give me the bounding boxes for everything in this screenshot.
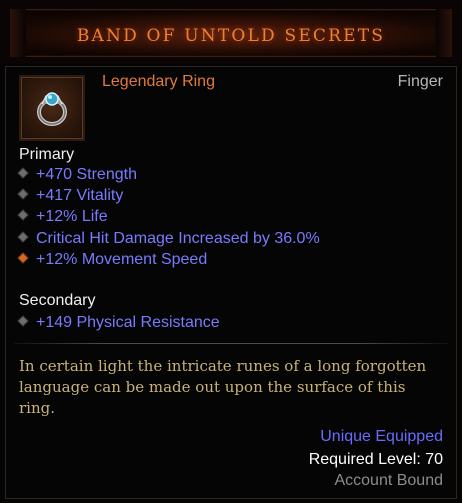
legendary-bullet-icon bbox=[17, 252, 29, 264]
item-slot: Finger bbox=[397, 73, 443, 90]
account-bound: Account Bound bbox=[334, 472, 443, 489]
stat-bullet-icon bbox=[17, 315, 29, 327]
stat-text: +149 Physical Resistance bbox=[36, 314, 220, 331]
primary-stat: +12% Life bbox=[17, 206, 108, 227]
primary-stat: +470 Strength bbox=[17, 164, 137, 185]
stat-bullet-icon bbox=[17, 231, 29, 243]
stat-bullet-icon bbox=[17, 167, 29, 179]
secondary-label: Secondary bbox=[19, 292, 96, 309]
stat-text: +12% Movement Speed bbox=[36, 251, 208, 268]
divider bbox=[14, 343, 448, 344]
stat-text: +12% Life bbox=[36, 208, 108, 225]
item-name: BAND OF UNTOLD SECRETS bbox=[76, 26, 386, 46]
item-rarity-type: Legendary Ring bbox=[102, 73, 215, 90]
primary-label: Primary bbox=[19, 146, 75, 163]
tooltip-header: BAND OF UNTOLD SECRETS bbox=[0, 0, 462, 64]
unique-equipped: Unique Equipped bbox=[320, 428, 443, 445]
stat-bullet-icon bbox=[17, 209, 29, 221]
primary-stat: Critical Hit Damage Increased by 36.0% bbox=[17, 228, 320, 249]
ring-icon bbox=[19, 75, 85, 141]
ring-graphic bbox=[37, 92, 67, 126]
primary-stat-legendary: +12% Movement Speed bbox=[17, 249, 208, 270]
stat-text: +417 Vitality bbox=[36, 187, 124, 204]
stat-text: Critical Hit Damage Increased by 36.0% bbox=[36, 230, 320, 247]
item-tooltip: BAND OF UNTOLD SECRETS Legendary Ring Fi… bbox=[0, 0, 462, 503]
flavor-text: In certain light the intricate runes of … bbox=[19, 357, 427, 417]
secondary-stat: +149 Physical Resistance bbox=[17, 312, 220, 333]
required-level: Required Level: 70 bbox=[308, 451, 443, 468]
stat-bullet-icon bbox=[17, 188, 29, 200]
stat-text: +470 Strength bbox=[36, 166, 137, 183]
primary-stat: +417 Vitality bbox=[17, 185, 124, 206]
